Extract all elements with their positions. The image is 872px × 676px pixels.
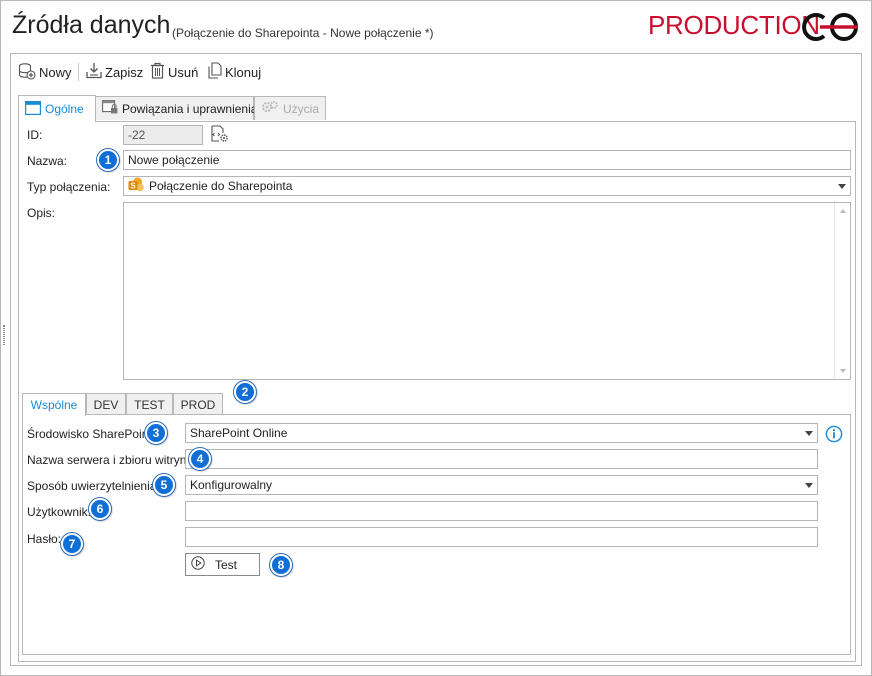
toolbar-separator: [78, 63, 79, 81]
window-icon: [25, 100, 42, 118]
sharepoint-environment-value: SharePoint Online: [190, 426, 288, 440]
callout-badge-5: 5: [153, 474, 175, 496]
page-title: Źródła danych: [12, 11, 171, 39]
sharepoint-environment-select[interactable]: SharePoint Online: [185, 423, 818, 443]
clone-button-label: Klonuj: [225, 64, 262, 80]
environment-label: PRODUCTION: [648, 10, 820, 40]
test-button-label: Test: [215, 557, 238, 572]
description-label: Opis:: [27, 206, 56, 220]
page-subtitle: (Połączenie do Sharepointa - Nowe połącz…: [172, 26, 434, 40]
new-button-label: Nowy: [39, 64, 72, 80]
description-textarea[interactable]: [123, 202, 851, 380]
connection-type-select[interactable]: S Połączenie do Sharepointa: [123, 176, 851, 196]
sharepoint-environment-label: Środowisko SharePoint:: [27, 427, 156, 441]
delete-button-label: Usuń: [168, 64, 199, 80]
new-button[interactable]: Nowy: [18, 62, 72, 82]
connection-type-label: Typ połączenia:: [27, 180, 111, 194]
callout-badge-1: 1: [97, 149, 119, 171]
test-button[interactable]: Test: [185, 553, 260, 576]
id-field: -22: [123, 125, 203, 145]
subtab-prod[interactable]: PROD: [173, 393, 223, 415]
svg-text:S: S: [130, 181, 136, 190]
subtab-common[interactable]: Wspólne: [22, 393, 86, 416]
tab-relations-permissions[interactable]: Powiązania i uprawnienia: [95, 96, 258, 120]
connection-type-value: Połączenie do Sharepointa: [149, 179, 293, 193]
save-icon: [86, 62, 102, 82]
save-button[interactable]: Zapisz: [86, 62, 143, 82]
user-label: Użytkownik:: [27, 505, 92, 519]
play-icon: [191, 556, 205, 573]
description-scrollbar[interactable]: [834, 203, 850, 379]
delete-button[interactable]: Usuń: [150, 62, 198, 82]
tab-general[interactable]: Ogólne: [18, 95, 96, 122]
tab-relations-label: Powiązania i uprawnienia: [122, 101, 258, 116]
trash-icon: [150, 62, 165, 82]
server-name-label: Nazwa serwera i zbioru witryn:: [27, 453, 190, 467]
chevron-down-icon: [838, 184, 846, 189]
brand-logo-icon: [800, 11, 862, 46]
password-field[interactable]: [185, 527, 818, 547]
clone-button[interactable]: Klonuj: [208, 62, 261, 82]
chevron-down-icon: [805, 483, 813, 488]
authentication-label: Sposób uwierzytelnienia:: [27, 479, 160, 493]
database-add-icon: [18, 62, 36, 83]
name-label: Nazwa:: [27, 154, 68, 168]
server-name-field[interactable]: [185, 449, 818, 469]
chevron-down-icon: [805, 431, 813, 436]
callout-badge-6: 6: [89, 498, 111, 520]
scroll-up-icon[interactable]: [840, 209, 846, 213]
subtab-test[interactable]: TEST: [126, 393, 173, 415]
password-label: Hasło:: [27, 532, 62, 546]
info-icon[interactable]: [825, 425, 843, 446]
authentication-value: Konfigurowalny: [190, 478, 273, 492]
callout-badge-8: 8: [270, 554, 292, 576]
id-settings-icon[interactable]: [210, 125, 229, 146]
sharepoint-icon: S: [128, 177, 144, 195]
id-label: ID:: [27, 128, 43, 142]
copy-icon: [208, 62, 222, 82]
tab-usages-label: Użycia: [283, 101, 320, 116]
callout-badge-3: 3: [145, 422, 167, 444]
callout-badge-7: 7: [61, 533, 83, 555]
splitter-handle[interactable]: [3, 325, 5, 345]
save-button-label: Zapisz: [105, 64, 144, 80]
subtab-dev[interactable]: DEV: [86, 393, 126, 415]
name-field[interactable]: Nowe połączenie: [123, 150, 851, 170]
tab-usages[interactable]: Użycia: [254, 96, 326, 120]
gears-icon: [261, 100, 279, 117]
scroll-down-icon[interactable]: [840, 369, 846, 373]
user-field[interactable]: [185, 501, 818, 521]
tab-general-label: Ogólne: [45, 102, 84, 116]
window-lock-icon: [102, 100, 118, 117]
callout-badge-4: 4: [189, 448, 211, 470]
authentication-select[interactable]: Konfigurowalny: [185, 475, 818, 495]
callout-badge-2: 2: [234, 381, 256, 403]
